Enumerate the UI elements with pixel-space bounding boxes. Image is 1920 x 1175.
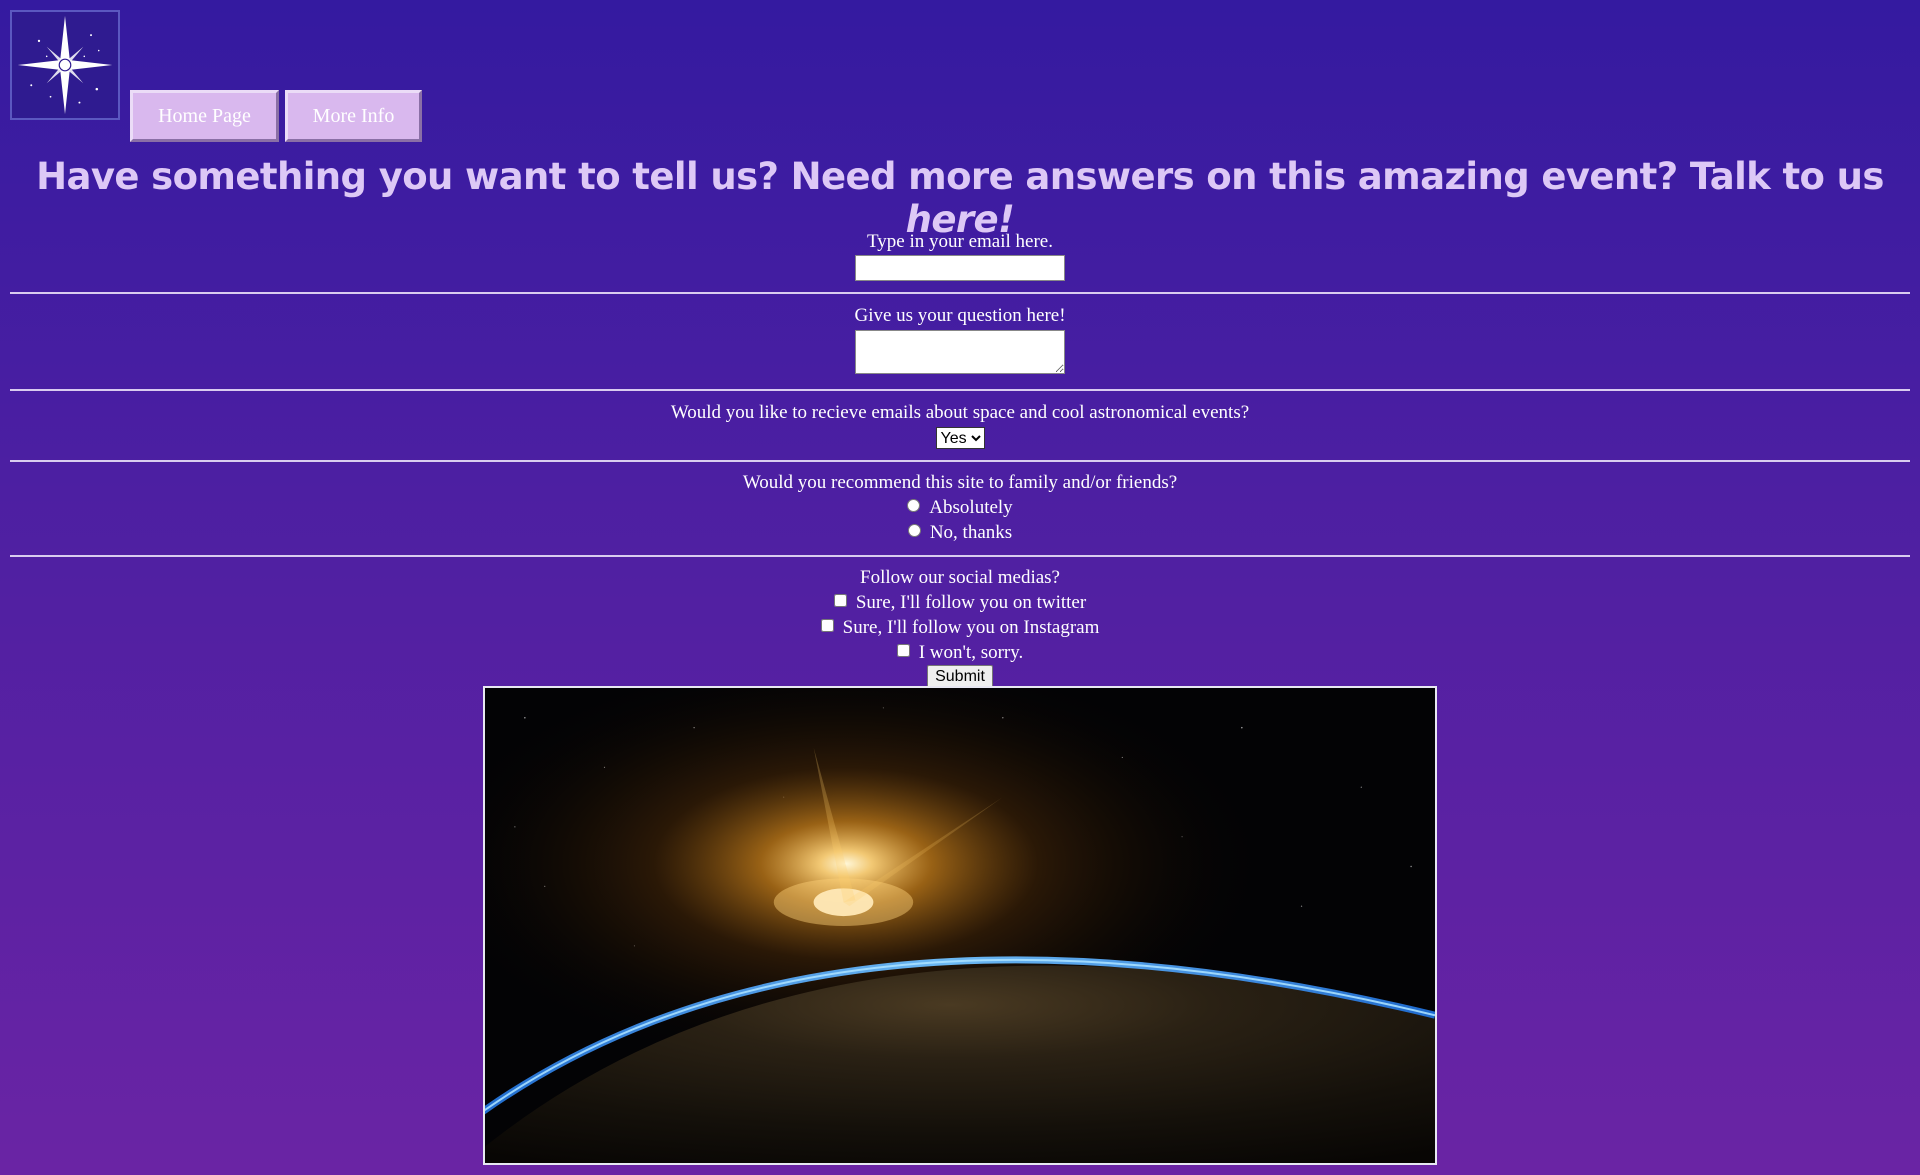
recommend-option-label: Absolutely <box>929 497 1013 518</box>
newsletter-label: Would you like to recieve emails about s… <box>670 402 1250 423</box>
recommend-label: Would you recommend this site to family … <box>742 472 1178 493</box>
social-checkbox-twitter[interactable] <box>833 594 847 607</box>
recommend-section: Would you recommend this site to family … <box>10 462 1910 555</box>
question-textarea[interactable] <box>855 330 1065 374</box>
social-label: Follow our social medias? <box>860 567 1060 588</box>
newsletter-select[interactable]: Yes <box>935 427 985 449</box>
page-title-main: Have something you want to tell us? Need… <box>36 155 1884 198</box>
page-title: Have something you want to tell us? Need… <box>0 155 1920 241</box>
email-section: Type in your email here. <box>10 230 1910 292</box>
more-info-button[interactable]: More Info <box>285 90 422 142</box>
social-option-decline[interactable]: I won't, sorry. <box>10 640 1910 665</box>
email-field[interactable] <box>855 255 1065 281</box>
social-option-label: Sure, I'll follow you on twitter <box>855 592 1087 613</box>
star-logo-graphic <box>12 12 118 118</box>
recommend-option-label: No, thanks <box>929 522 1013 543</box>
recommend-option-absolutely[interactable]: Absolutely <box>10 495 1910 520</box>
question-section: Give us your question here! <box>10 294 1910 389</box>
social-section: Follow our social medias? Sure, I'll fol… <box>10 557 1910 689</box>
social-option-label: I won't, sorry. <box>918 642 1024 663</box>
newsletter-select-wrapper: Yes <box>935 427 985 449</box>
question-label: Give us your question here! <box>854 305 1066 326</box>
recommend-option-no-thanks[interactable]: No, thanks <box>10 520 1910 545</box>
recommend-radio-no-thanks[interactable] <box>907 524 921 537</box>
social-checkbox-decline[interactable] <box>896 644 910 657</box>
social-option-twitter[interactable]: Sure, I'll follow you on twitter <box>10 590 1910 615</box>
earth-sunrise-graphic <box>485 688 1435 1163</box>
social-option-instagram[interactable]: Sure, I'll follow you on Instagram <box>10 615 1910 640</box>
social-option-label: Sure, I'll follow you on Instagram <box>842 617 1100 638</box>
email-label: Type in your email here. <box>867 231 1053 252</box>
home-page-button[interactable]: Home Page <box>130 90 279 142</box>
earth-sunrise-image <box>483 686 1437 1165</box>
newsletter-section: Would you like to recieve emails about s… <box>10 391 1910 460</box>
recommend-radio-absolutely[interactable] <box>907 499 921 512</box>
star-logo-icon[interactable] <box>10 10 120 120</box>
contact-form: Type in your email here. Give us your qu… <box>10 230 1910 689</box>
social-checkbox-instagram[interactable] <box>820 619 834 632</box>
site-header: Home Page More Info <box>10 10 610 145</box>
